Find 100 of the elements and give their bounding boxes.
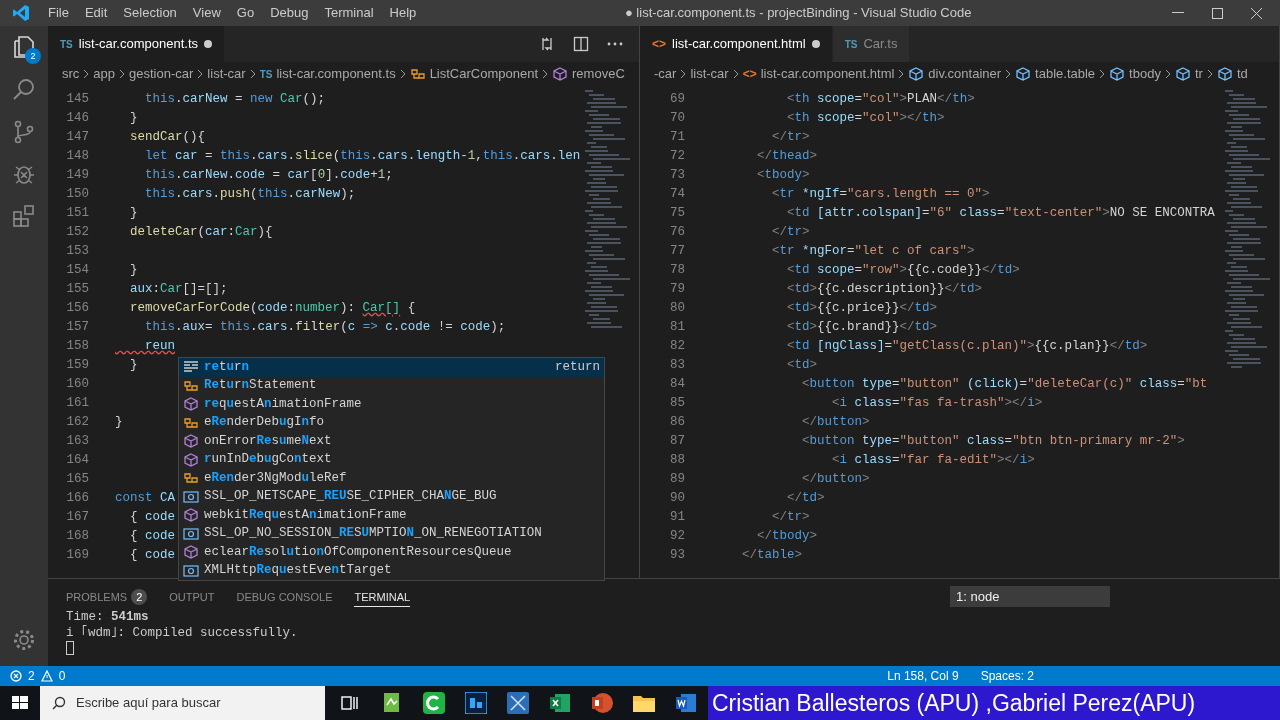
breadcrumb-item[interactable]: list-car <box>207 64 246 84</box>
chevron-icon <box>1005 69 1012 79</box>
breadcrumb-item[interactable]: td <box>1236 64 1248 84</box>
compare-icon[interactable] <box>539 36 555 52</box>
breadcrumb-item[interactable]: ListCarComponent <box>429 64 539 84</box>
suggestion-item[interactable]: XMLHttpRequestEventTarget <box>179 561 604 580</box>
presentation-app-icon[interactable] <box>591 692 613 714</box>
panel-tab[interactable]: OUTPUT <box>169 587 215 607</box>
breadcrumb-item[interactable]: tr <box>1194 64 1203 84</box>
line-number: 74 <box>669 186 685 203</box>
menu-item[interactable]: View <box>184 3 229 23</box>
code-line: <i class="far fa-edit"></i> <box>831 452 1035 469</box>
code-line: </tr> <box>771 509 810 526</box>
breadcrumb-item[interactable]: div.container <box>928 64 1002 84</box>
breadcrumb-item[interactable]: tbody <box>1129 64 1161 84</box>
line-number: 83 <box>669 357 685 374</box>
chevron-icon <box>119 69 126 79</box>
indentation-setting[interactable]: Spaces: 2 <box>980 667 1034 685</box>
error-count[interactable]: 2 <box>28 667 35 685</box>
menu-item[interactable]: File <box>40 3 77 23</box>
line-number: 150 <box>65 186 89 203</box>
suggestion-item[interactable]: SSL_OP_NETSCAPE_REUSE_CIPHER_CHANGE_BUG <box>179 487 604 506</box>
breadcrumb-item[interactable]: gestion-car <box>129 64 194 84</box>
breadcrumb-item[interactable]: src <box>62 64 80 84</box>
suggestion-item[interactable]: onErrorResumeNext <box>179 432 604 451</box>
task-view-icon[interactable] <box>341 695 359 711</box>
chevron-icon <box>732 69 739 79</box>
line-number: 69 <box>669 91 685 108</box>
suggestion-item[interactable]: eRenderDebugInfo <box>179 413 604 432</box>
breadcrumb-item[interactable]: -car <box>654 64 677 84</box>
line-number: 162 <box>65 414 89 431</box>
close-icon[interactable] <box>1251 7 1262 19</box>
source-control-icon[interactable] <box>12 120 36 144</box>
suggestion-item[interactable]: eclearResolutionOfComponentResourcesQueue <box>179 543 604 562</box>
breadcrumb-item[interactable]: list-car <box>690 64 729 84</box>
menu-item[interactable]: Edit <box>76 3 116 23</box>
photoshop-app-icon[interactable] <box>465 692 487 714</box>
code-line: <tr *ngFor="let c of cars"> <box>771 243 975 260</box>
more-icon[interactable] <box>607 42 623 46</box>
extensions-icon[interactable] <box>12 204 36 228</box>
code-line: sendCar(){ <box>129 129 206 146</box>
line-number: 164 <box>65 452 89 469</box>
cross-app-icon[interactable] <box>507 692 529 714</box>
panel-tab[interactable]: TERMINAL <box>354 587 411 607</box>
line-number: 93 <box>669 547 685 564</box>
code-line: let car = this.cars.slice(this.cars.length-1,this.cars.len <box>144 148 581 165</box>
document-app-icon[interactable] <box>382 692 402 714</box>
breadcrumb-item[interactable]: table.table <box>1035 64 1096 84</box>
maximize-icon[interactable] <box>1212 7 1223 19</box>
editor-tab[interactable]: <> list-car.component.html <box>640 26 833 62</box>
taskbar-search-field[interactable]: Escribe aquí para buscar <box>40 686 325 720</box>
code-line: <td [ngClass]="getClass(c.plan)">{{c.plan}}</td> <box>786 338 1148 355</box>
menu-item[interactable]: Terminal <box>316 3 382 23</box>
terminal-dropdown[interactable]: 1: node <box>950 585 1110 607</box>
menu-item[interactable]: Selection <box>115 3 185 23</box>
suggestion-item[interactable]: eRender3NgModuleRef <box>179 469 604 488</box>
file-type-icon: <> <box>652 35 666 53</box>
warning-count[interactable]: 0 <box>58 667 66 685</box>
spreadsheet-app-icon[interactable] <box>549 692 571 714</box>
minimize-icon[interactable] <box>1172 12 1184 14</box>
suggestion-item[interactable]: requestAnimationFrame <box>179 395 604 414</box>
settings-icon[interactable] <box>12 628 36 652</box>
suggestion-item[interactable]: return return <box>179 358 604 377</box>
breadcrumb-item[interactable]: list-car.component.ts <box>276 64 396 84</box>
terminal-line: Time: 541ms <box>66 609 150 625</box>
line-number: 168 <box>65 528 89 545</box>
breadcrumb-item[interactable]: removeC <box>572 64 625 84</box>
line-number: 159 <box>65 357 89 374</box>
folder-app-icon[interactable] <box>632 693 656 713</box>
suggestion-item[interactable]: ReturnStatement <box>179 376 604 395</box>
word-app-icon[interactable] <box>675 692 697 714</box>
warning-icon[interactable] <box>40 670 53 682</box>
menu-item[interactable]: Go <box>228 3 263 23</box>
code-line: <tr *ngIf="cars.length == 0"> <box>771 186 990 203</box>
code-line: { code <box>129 509 176 526</box>
breadcrumb-item[interactable]: app <box>93 64 116 84</box>
menu-item[interactable]: Debug <box>262 3 317 23</box>
panel-tab[interactable]: PROBLEMS 2 <box>66 587 148 607</box>
editor-tab[interactable]: TS list-car.component.ts <box>48 26 225 62</box>
editor-tab[interactable]: TS Car.ts <box>832 26 911 62</box>
cursor-position[interactable]: Ln 158, Col 9 <box>887 667 959 685</box>
variable-icon <box>183 526 199 541</box>
error-icon[interactable] <box>10 670 22 682</box>
cube-icon <box>1109 67 1126 81</box>
line-number: 81 <box>669 319 685 336</box>
cube-icon <box>908 67 925 81</box>
code-line: <td>{{c.price}}</td> <box>786 300 938 317</box>
suggestion-item[interactable]: runInDebugContext <box>179 450 604 469</box>
panel-tab[interactable]: DEBUG CONSOLE <box>236 587 333 607</box>
breadcrumb-item[interactable]: list-car.component.html <box>760 64 895 84</box>
suggestion-item[interactable]: SSL_OP_NO_SESSION_RESUMPTION_ON_RENEGOTIATION <box>179 524 604 543</box>
menu-item[interactable]: Help <box>381 3 425 23</box>
line-number: 157 <box>65 319 89 336</box>
code-line: } <box>129 262 138 279</box>
search-icon[interactable] <box>12 78 36 102</box>
split-editor-icon[interactable] <box>573 36 589 52</box>
interface-icon <box>183 471 199 486</box>
line-number: 148 <box>65 148 89 165</box>
suggestion-item[interactable]: webkitRequestAnimationFrame <box>179 506 604 525</box>
letter-c-app-icon[interactable] <box>423 692 445 714</box>
